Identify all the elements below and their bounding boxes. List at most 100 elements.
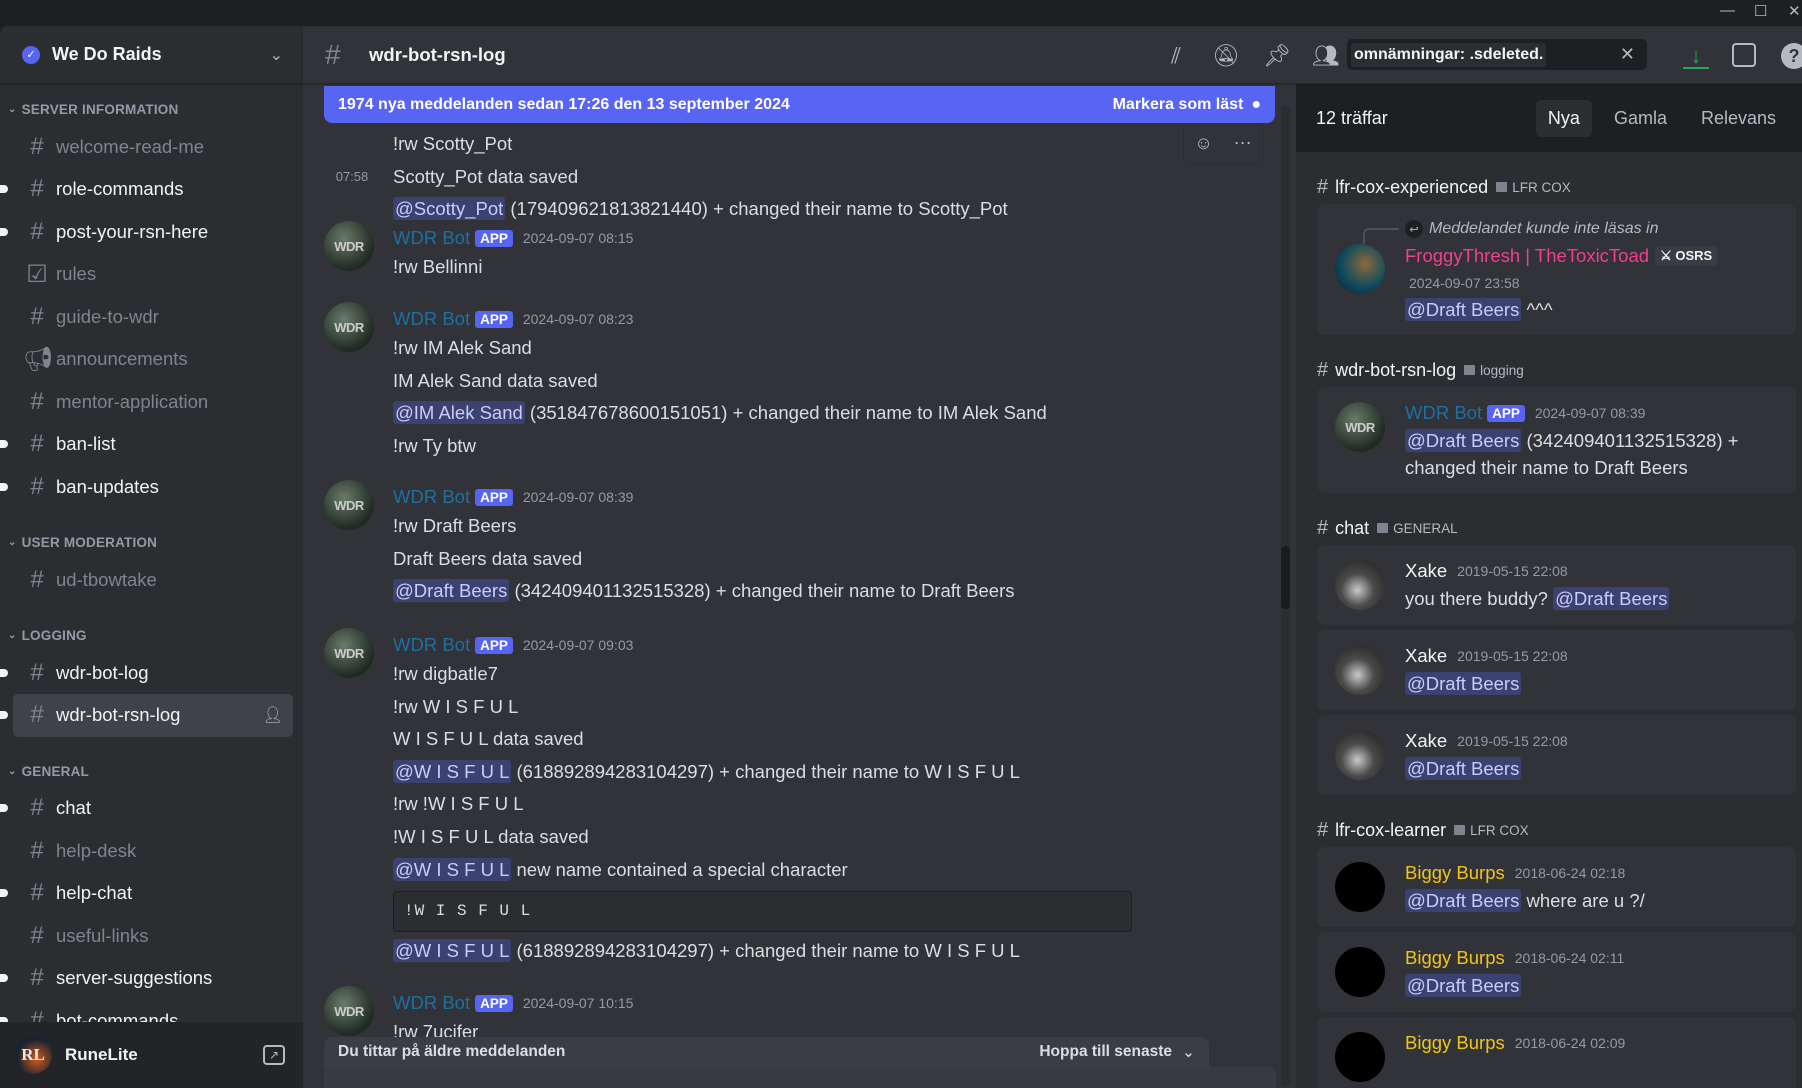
- result-channel-header[interactable]: # wdr-bot-rsn-log logging: [1317, 355, 1796, 385]
- user-mention[interactable]: @IM Alek Sand: [393, 401, 525, 425]
- more-options-icon[interactable]: ⋯: [1234, 133, 1252, 154]
- user-mention[interactable]: @Draft Beers: [1405, 429, 1522, 452]
- sidebar-item-useful-links[interactable]: # useful-links: [13, 915, 293, 958]
- sidebar-item-mentor-application[interactable]: # mentor-application: [13, 381, 293, 424]
- tab-relevans[interactable]: Relevans: [1689, 100, 1788, 137]
- avatar[interactable]: [1335, 862, 1385, 912]
- mark-as-read-button[interactable]: Markera som läst: [1113, 96, 1244, 114]
- sidebar-item-guide-to-wdr[interactable]: # guide-to-wdr: [13, 296, 293, 339]
- tab-nya[interactable]: Nya: [1535, 99, 1592, 137]
- author-name[interactable]: WDR Bot: [393, 486, 470, 508]
- chevron-down-icon[interactable]: ⌄: [270, 45, 283, 65]
- members-icon[interactable]: 👥︎: [1312, 43, 1340, 69]
- search-result-card[interactable]: WDR WDR Bot APP 2024-09-07 08:39 @Draft Beer…: [1317, 387, 1796, 493]
- sidebar-item-wdr-bot-rsn-log[interactable]: # wdr-bot-rsn-log 👤︎: [0, 694, 293, 737]
- sidebar-item-rules[interactable]: ☑ rules: [13, 253, 293, 296]
- user-mention[interactable]: @Draft Beers: [1405, 757, 1522, 780]
- author-name[interactable]: Xake: [1405, 730, 1447, 752]
- result-channel-name[interactable]: wdr-bot-rsn-log: [1335, 360, 1456, 381]
- user-mention[interactable]: @Draft Beers: [1405, 298, 1522, 321]
- new-messages-banner[interactable]: 1974 nya meddelanden sedan 17:26 den 13 …: [324, 86, 1275, 123]
- avatar[interactable]: WDR: [1335, 402, 1385, 452]
- sidebar-item-ban-list[interactable]: # ban-list: [0, 423, 293, 466]
- clear-search-icon[interactable]: ✕: [1620, 44, 1635, 65]
- search-result-card[interactable]: Biggy Burps 2018-06-24 02:18 @Draft Beers …: [1317, 847, 1796, 927]
- user-mention[interactable]: @Draft Beers: [1405, 672, 1522, 695]
- download-icon[interactable]: ↓: [1683, 43, 1709, 69]
- user-mention[interactable]: @W I S F U L: [393, 939, 512, 963]
- avatar[interactable]: [1335, 560, 1385, 610]
- author-name[interactable]: WDR Bot: [393, 634, 470, 656]
- category-general[interactable]: ⌄ GENERAL: [0, 756, 303, 788]
- sidebar-item-help-chat[interactable]: # help-chat: [0, 872, 293, 915]
- search-result-card[interactable]: Biggy Burps 2018-06-24 02:11 @Draft Beers: [1317, 932, 1796, 1012]
- avatar[interactable]: [1335, 244, 1385, 294]
- result-channel-name[interactable]: lfr-cox-learner: [1335, 820, 1446, 841]
- sidebar-item-chat[interactable]: # chat: [0, 787, 293, 830]
- user-mention[interactable]: @Draft Beers: [1405, 889, 1522, 912]
- sidebar-item-welcome-read-me[interactable]: # welcome-read-me: [13, 126, 293, 169]
- pin-icon[interactable]: 📌︎: [1263, 43, 1291, 69]
- sidebar-item-announcements[interactable]: 📢︎ announcements: [13, 338, 293, 381]
- avatar[interactable]: [1335, 1032, 1385, 1082]
- user-mention[interactable]: @Draft Beers: [1405, 974, 1522, 997]
- search-result-card[interactable]: ↩ Meddelandet kunde inte läsas in FroggyTh…: [1317, 204, 1796, 335]
- author-name[interactable]: Xake: [1405, 560, 1447, 582]
- category-logging[interactable]: ⌄ LOGGING: [0, 620, 303, 652]
- user-mention[interactable]: @W I S F U L: [393, 857, 512, 881]
- sidebar-item-server-suggestions[interactable]: # server-suggestions: [0, 957, 293, 1000]
- close-window-button[interactable]: ✕: [1788, 2, 1801, 20]
- minimize-button[interactable]: —: [1720, 2, 1735, 19]
- help-icon[interactable]: ?: [1781, 43, 1802, 69]
- search-result-card[interactable]: Xake 2019-05-15 22:08 @Draft Beers: [1317, 715, 1796, 795]
- author-name[interactable]: WDR Bot: [1405, 402, 1482, 424]
- maximize-button[interactable]: ☐: [1754, 2, 1767, 20]
- avatar[interactable]: [1335, 730, 1385, 780]
- search-query[interactable]: omnämningar: .sdeleted.: [1351, 42, 1547, 67]
- avatar[interactable]: [1335, 947, 1385, 997]
- scrollbar-thumb[interactable]: [1281, 546, 1290, 609]
- result-channel-header[interactable]: # lfr-cox-learner LFR COX: [1317, 815, 1796, 845]
- author-name[interactable]: WDR Bot: [393, 308, 470, 330]
- author-name[interactable]: Biggy Burps: [1405, 1032, 1505, 1054]
- result-channel-header[interactable]: # lfr-cox-experienced LFR COX: [1317, 172, 1796, 202]
- threads-icon[interactable]: ⫽: [1163, 43, 1189, 69]
- search-result-card[interactable]: Xake 2019-05-15 22:08 you there buddy? @Dr…: [1317, 545, 1796, 625]
- user-mention[interactable]: @Draft Beers: [393, 579, 510, 603]
- reply-preview[interactable]: ↩ Meddelandet kunde inte läsas in: [1363, 216, 1782, 244]
- sidebar-item-wdr-bot-log[interactable]: # wdr-bot-log: [0, 652, 293, 695]
- user-mention[interactable]: @Scotty_Pot: [393, 197, 506, 221]
- screen-share-icon[interactable]: ↗: [263, 1045, 285, 1065]
- author-name[interactable]: WDR Bot: [393, 227, 470, 249]
- inbox-icon[interactable]: [1732, 43, 1756, 67]
- category-server-information[interactable]: ⌄ SERVER INFORMATION: [0, 94, 303, 126]
- author-name[interactable]: Biggy Burps: [1405, 862, 1505, 884]
- result-channel-header[interactable]: # chat GENERAL: [1317, 513, 1796, 543]
- mute-bell-icon[interactable]: 🔕︎: [1212, 43, 1240, 69]
- user-mention[interactable]: @W I S F U L: [393, 759, 512, 783]
- category-user-moderation[interactable]: ⌄ USER MODERATION: [0, 527, 303, 559]
- sidebar-item-ud-tbowtake[interactable]: # ud-tbowtake: [13, 559, 293, 602]
- tab-gamla[interactable]: Gamla: [1602, 100, 1679, 137]
- author-name[interactable]: Biggy Burps: [1405, 947, 1505, 969]
- chevron-down-icon[interactable]: ⌄: [1182, 1043, 1195, 1062]
- author-name[interactable]: WDR Bot: [393, 992, 470, 1014]
- avatar[interactable]: [1335, 645, 1385, 695]
- add-member-icon[interactable]: 👤︎: [263, 705, 283, 725]
- search-input[interactable]: omnämningar: .sdeleted. ✕: [1347, 39, 1647, 70]
- server-header[interactable]: ✓ We Do Raids ⌄: [0, 26, 303, 84]
- add-reaction-icon[interactable]: ☺: [1194, 133, 1212, 154]
- message-input[interactable]: [324, 1067, 1276, 1088]
- user-mention[interactable]: @Draft Beers: [1553, 587, 1670, 610]
- author-name[interactable]: Xake: [1405, 645, 1447, 667]
- sidebar-item-post-your-rsn-here[interactable]: # post-your-rsn-here: [0, 211, 293, 254]
- result-channel-name[interactable]: chat: [1335, 518, 1369, 539]
- sidebar-item-ban-updates[interactable]: # ban-updates: [0, 466, 293, 509]
- sidebar-item-role-commands[interactable]: # role-commands: [0, 168, 293, 211]
- search-result-card[interactable]: Xake 2019-05-15 22:08 @Draft Beers: [1317, 630, 1796, 710]
- search-result-card[interactable]: Biggy Burps 2018-06-24 02:09: [1317, 1017, 1796, 1088]
- result-channel-name[interactable]: lfr-cox-experienced: [1335, 177, 1488, 198]
- sidebar-item-help-desk[interactable]: # help-desk: [13, 830, 293, 873]
- avatar[interactable]: RL: [14, 1036, 52, 1074]
- jump-to-latest-button[interactable]: Hoppa till senaste: [1039, 1043, 1172, 1061]
